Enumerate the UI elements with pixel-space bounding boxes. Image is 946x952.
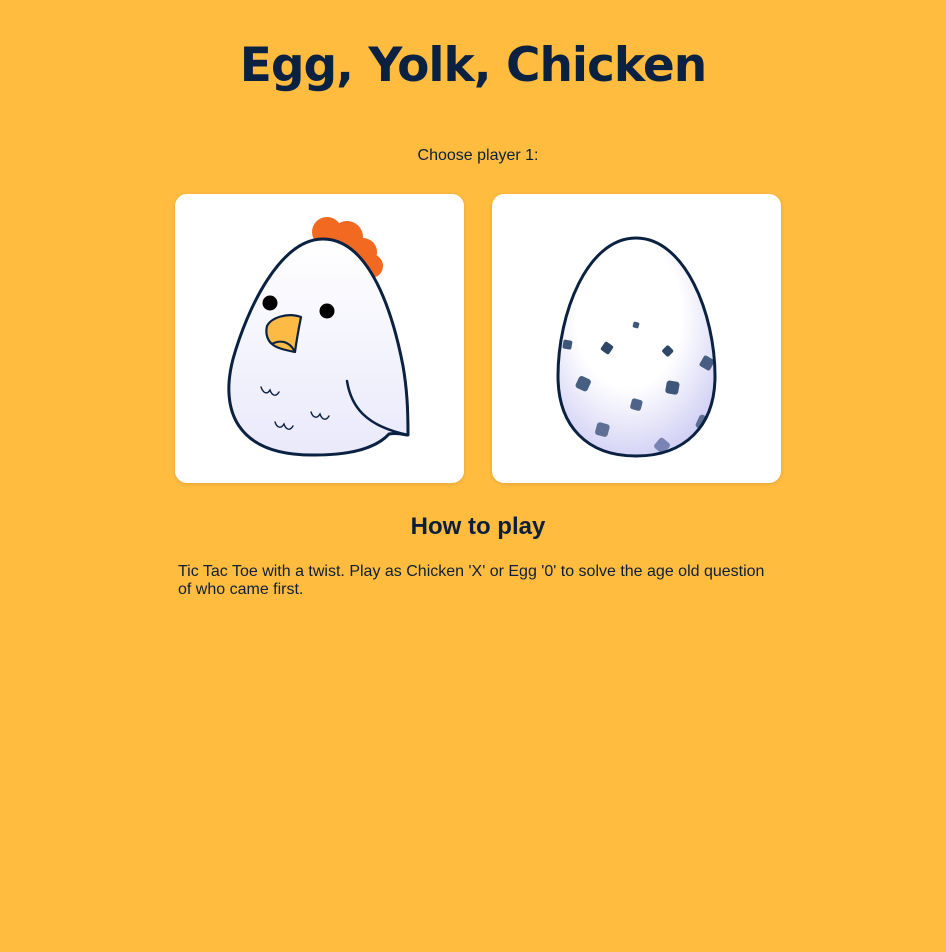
how-to-play-heading: How to play — [410, 513, 546, 540]
player-choice-cards — [175, 194, 781, 483]
choose-egg-button[interactable] — [492, 194, 781, 483]
chicken-icon — [227, 217, 410, 457]
how-to-play-text: Tic Tac Toe with a twist. Play as Chicke… — [178, 563, 765, 598]
choose-chicken-button[interactable] — [175, 194, 464, 483]
page-title: Egg, Yolk, Chicken — [239, 38, 707, 93]
egg-icon — [556, 236, 717, 458]
choose-player-prompt: Choose player 1: — [417, 147, 539, 164]
